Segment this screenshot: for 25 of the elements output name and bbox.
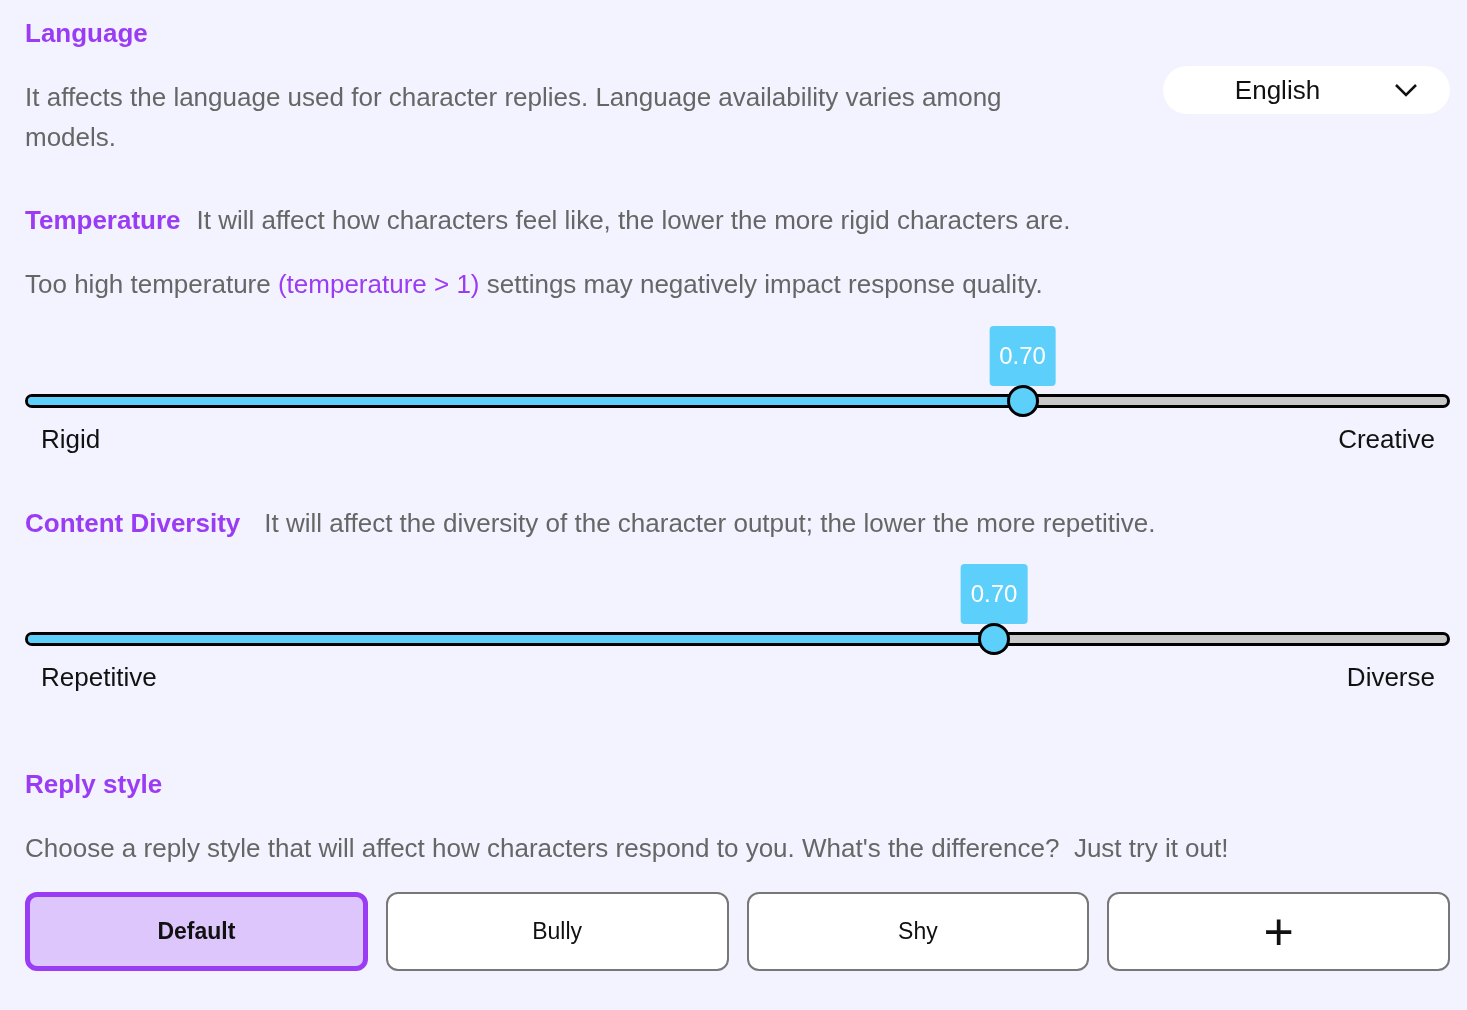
- chevron-down-icon: [1394, 83, 1419, 97]
- warning-text: Too high temperature (temperature > 1) settings may negatively impact response quality.: [25, 268, 1044, 301]
- slider-max-label: Creative: [1338, 424, 1435, 455]
- reply-style-button[interactable]: Bully: [385, 892, 729, 971]
- slider-value: 0.70: [960, 564, 1028, 624]
- slider-min-label: Repetitive: [41, 662, 157, 693]
- section-description: It affects the language used for character replies. Language availability varies among models.: [25, 81, 1003, 154]
- section-description: It will affect the diversity of the character output; the lower the more repetitive.: [264, 508, 1156, 539]
- slider-track[interactable]: [25, 632, 1450, 646]
- reply-style-button[interactable]: Shy: [746, 892, 1090, 971]
- slider-thumb[interactable]: [978, 623, 1010, 655]
- slider-track[interactable]: [25, 394, 1450, 408]
- section-title: Temperature: [25, 205, 181, 236]
- section-description: Choose a reply style that will affect how characters respond to you. What's the difference? Just try it out!: [25, 832, 1230, 865]
- reply-style-button[interactable]: Default: [25, 892, 368, 971]
- slider-max-label: Diverse: [1346, 662, 1435, 693]
- section-title: Content Diversity: [25, 508, 241, 539]
- slider-thumb[interactable]: [1006, 385, 1039, 417]
- add-style-button[interactable]: +: [1107, 892, 1450, 971]
- section-description: It will affect how characters feel like, the lower the more rigid characters are.: [196, 205, 1071, 236]
- section-title: Language: [25, 18, 149, 49]
- slider-value: 0.70: [989, 326, 1056, 386]
- slider-min-label: Rigid: [41, 424, 101, 455]
- language-dropdown[interactable]: English: [1163, 66, 1450, 114]
- section-title: Reply style: [25, 769, 164, 800]
